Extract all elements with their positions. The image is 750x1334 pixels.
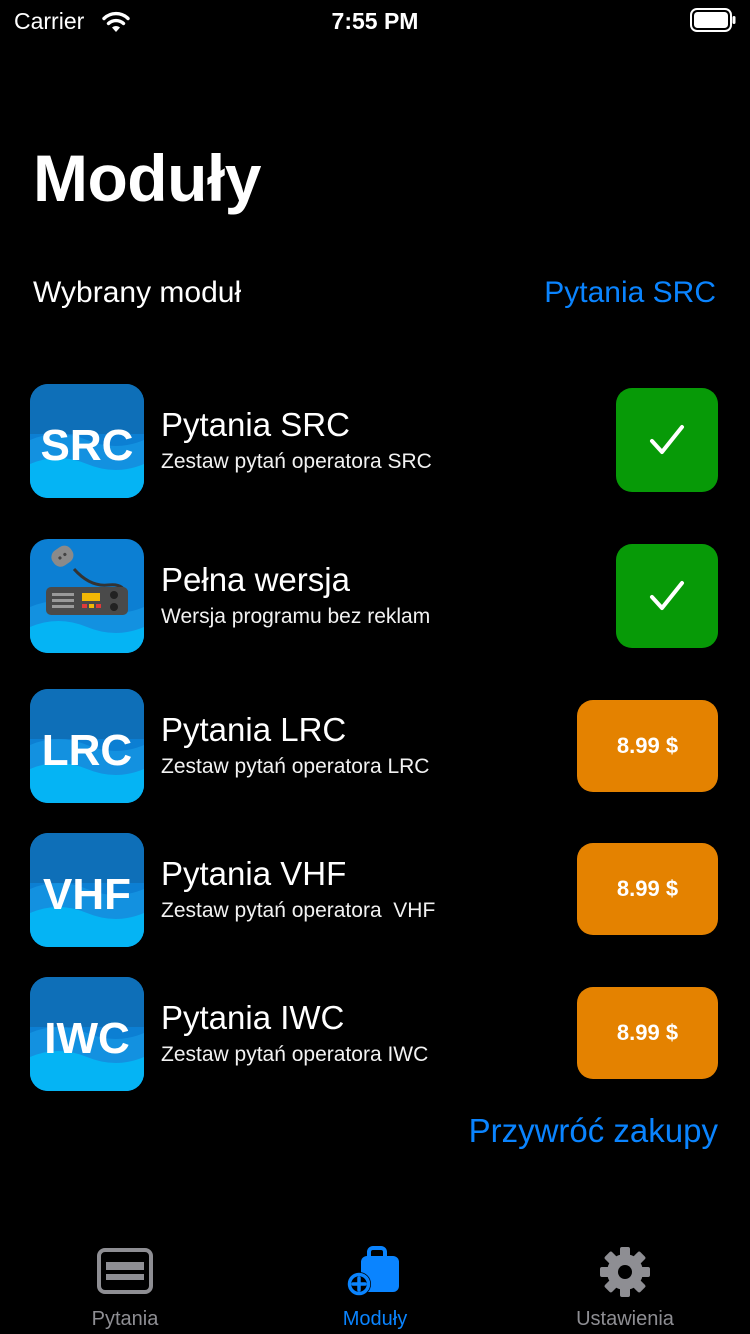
tab-label: Ustawienia — [576, 1308, 674, 1330]
module-row-iwc[interactable]: IWC Pytania IWC Zestaw pytań operatora I… — [0, 977, 750, 1093]
module-title: Pytania LRC — [161, 711, 347, 748]
module-row-lrc[interactable]: LRC Pytania LRC Zestaw pytań operatora L… — [0, 689, 750, 805]
price-button[interactable]: 8.99 $ — [577, 987, 718, 1079]
lrc-badge-icon: LRC — [30, 689, 144, 803]
price-button[interactable]: 8.99 $ — [577, 700, 718, 792]
module-row-full-version[interactable]: Pełna wersja Wersja programu bez reklam — [0, 539, 750, 655]
tab-label: Moduły — [342, 1308, 408, 1330]
module-row-src[interactable]: SRC Pytania SRC Zestaw pytań operatora S… — [0, 384, 750, 500]
module-title: Pełna wersja — [161, 561, 350, 598]
module-title: Pytania IWC — [161, 999, 345, 1036]
tab-ustawienia[interactable]: Ustawienia — [500, 1230, 750, 1334]
page-title: Moduły — [33, 141, 261, 215]
badge-text: LRC — [42, 726, 132, 775]
module-subtitle: Zestaw pytań operatora VHF — [161, 899, 436, 922]
src-badge-icon: SRC — [30, 384, 144, 498]
owned-button[interactable] — [616, 544, 718, 648]
tab-label: Pytania — [91, 1308, 159, 1330]
battery-icon — [690, 8, 736, 32]
checkmark-icon — [650, 425, 684, 454]
module-title: Pytania VHF — [161, 855, 347, 892]
module-title: Pytania SRC — [161, 406, 350, 443]
selected-module-label: Wybrany moduł — [33, 276, 242, 309]
price-button[interactable]: 8.99 $ — [577, 843, 718, 935]
card-icon — [97, 1248, 153, 1294]
bag-plus-icon — [347, 1246, 399, 1296]
module-subtitle: Zestaw pytań operatora IWC — [161, 1043, 429, 1066]
vhf-badge-icon: VHF — [30, 833, 144, 947]
tab-bar: Pytania Moduły Ustawienia — [0, 1230, 750, 1334]
iwc-badge-icon: IWC — [30, 977, 144, 1091]
status-time: 7:55 PM — [331, 8, 419, 34]
status-bar: Carrier 7:55 PM — [0, 0, 750, 40]
gear-icon — [600, 1247, 650, 1297]
module-row-vhf[interactable]: VHF Pytania VHF Zestaw pytań operatora V… — [0, 833, 750, 949]
selected-module-value[interactable]: Pytania SRC — [544, 276, 716, 310]
module-subtitle: Zestaw pytań operatora LRC — [161, 755, 430, 778]
badge-text: VHF — [43, 870, 131, 919]
module-subtitle: Wersja programu bez reklam — [161, 605, 431, 628]
checkmark-icon — [650, 581, 684, 610]
badge-text: SRC — [41, 421, 134, 470]
badge-text: IWC — [44, 1014, 130, 1063]
module-subtitle: Zestaw pytań operatora SRC — [161, 450, 432, 473]
restore-purchases-link[interactable]: Przywróć zakupy — [469, 1112, 718, 1150]
owned-button[interactable] — [616, 388, 718, 492]
radio-transceiver-icon — [30, 539, 144, 653]
tab-pytania[interactable]: Pytania — [0, 1230, 250, 1334]
tab-moduly[interactable]: Moduły — [250, 1230, 500, 1334]
